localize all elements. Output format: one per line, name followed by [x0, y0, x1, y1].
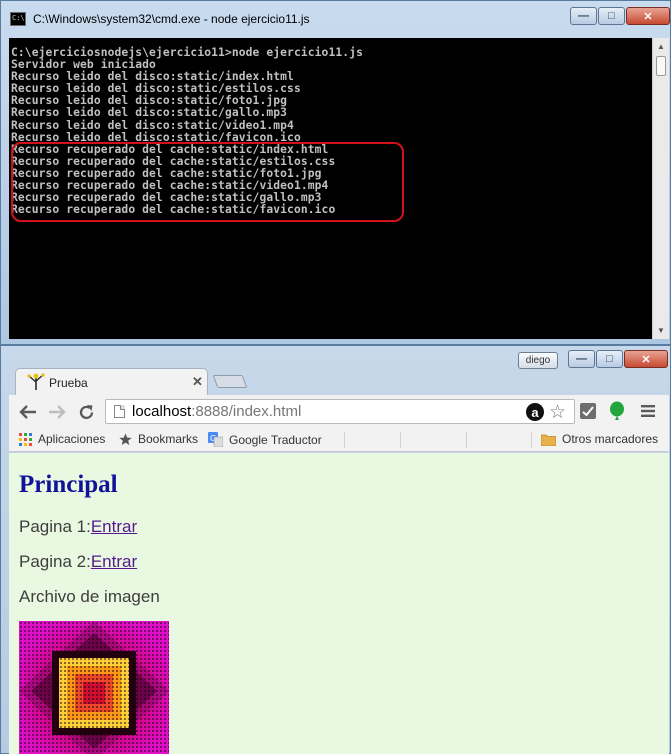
pagina-1-label: Pagina 1:: [19, 517, 91, 536]
back-arrow-icon[interactable]: [17, 401, 39, 423]
page-icon: [114, 405, 125, 418]
tab-title: Prueba: [49, 376, 88, 390]
bookmarks-bar: Aplicaciones Bookmarks G Google Traducto…: [9, 428, 669, 452]
forward-arrow-icon[interactable]: [46, 401, 68, 423]
cmd-maximize-button[interactable]: □: [598, 7, 625, 25]
tree-favicon-icon: [27, 373, 45, 390]
url-host: localhost: [132, 403, 192, 420]
bookmarks-divider: [344, 432, 345, 448]
address-bar[interactable]: localhost:8888/index.html a ☆: [105, 399, 575, 424]
reload-icon[interactable]: [75, 401, 97, 423]
pagina-1-link[interactable]: Entrar: [91, 517, 137, 536]
pagina-2-link[interactable]: Entrar: [91, 552, 137, 571]
bookmarks-divider: [400, 432, 401, 448]
folder-icon: [541, 433, 556, 446]
cmd-scrollbar[interactable]: ▲ ▼: [652, 38, 669, 339]
web-page-content: Principal Pagina 1:Entrar Pagina 2:Entra…: [9, 453, 669, 754]
chrome-close-button[interactable]: ✕: [624, 350, 668, 368]
cmd-minimize-button[interactable]: —: [570, 7, 597, 25]
url-text[interactable]: localhost:8888/index.html: [132, 403, 301, 420]
page-heading: Principal: [19, 471, 118, 498]
cmd-output-line: Recurso leido del disco:static/gallo.mp3: [11, 106, 288, 120]
chrome-window-controls: — □ ✕: [567, 350, 668, 368]
cmd-output-line: Recurso leido del disco:static/video1.mp…: [11, 118, 294, 132]
pattern-image: [19, 621, 169, 754]
translate-icon: G: [208, 432, 223, 447]
apps-grid-icon: [19, 432, 32, 446]
pagina-2-label: Pagina 2:: [19, 552, 91, 571]
cmd-scroll-thumb[interactable]: [656, 56, 666, 76]
image-caption: Archivo de imagen: [19, 587, 160, 606]
chrome-menu-icon[interactable]: [638, 401, 658, 421]
chrome-minimize-button[interactable]: —: [568, 350, 595, 368]
bookmark-label: Otros marcadores: [562, 432, 659, 446]
bookmarks-divider: [531, 432, 532, 448]
profile-button[interactable]: diego: [518, 352, 558, 369]
scroll-down-arrow-icon[interactable]: ▼: [653, 322, 669, 339]
bookmark-bookmarks[interactable]: Bookmarks: [119, 432, 198, 446]
bookmark-aplicaciones[interactable]: Aplicaciones: [19, 432, 105, 446]
tab-close-icon[interactable]: ✕: [192, 374, 203, 390]
chrome-window: diego — □ ✕ Prueba ✕ localhost:8888/inde…: [0, 345, 671, 754]
bookmark-label: Aplicaciones: [38, 432, 106, 446]
bookmark-google-traductor[interactable]: G Google Traductor: [208, 432, 322, 447]
pagina-2-row: Pagina 2:Entrar: [19, 552, 137, 572]
cmd-window: C:\Windows\system32\cmd.exe - node ejerc…: [0, 0, 671, 345]
extension-check-icon[interactable]: [578, 401, 598, 421]
url-path: :8888/index.html: [191, 403, 302, 420]
bookmark-label: Bookmarks: [138, 432, 199, 446]
scroll-up-arrow-icon[interactable]: ▲: [653, 38, 669, 55]
bookmarks-divider: [466, 432, 467, 448]
cmd-window-title: C:\Windows\system32\cmd.exe - node ejerc…: [33, 12, 310, 26]
pattern-image-graphic: [19, 621, 169, 754]
chrome-maximize-button[interactable]: □: [596, 350, 623, 368]
cmd-console-output[interactable]: C:\ejerciciosnodejs\ejercicio11>node eje…: [9, 38, 652, 339]
extension-balloon-icon[interactable]: [607, 401, 627, 421]
tab-prueba[interactable]: Prueba ✕: [15, 368, 208, 395]
pagina-1-row: Pagina 1:Entrar: [19, 517, 137, 537]
browser-toolbar: localhost:8888/index.html a ☆: [9, 395, 669, 428]
bookmark-label: Google Traductor: [229, 432, 322, 447]
cmd-titlebar[interactable]: C:\Windows\system32\cmd.exe - node ejerc…: [1, 1, 670, 37]
new-tab-button[interactable]: [212, 375, 248, 388]
bookmark-otros-marcadores[interactable]: Otros marcadores: [541, 432, 658, 446]
cmd-app-icon: [10, 12, 26, 26]
cmd-close-button[interactable]: ✕: [626, 7, 670, 25]
cmd-window-controls: — □ ✕: [569, 7, 670, 25]
star-icon: [119, 433, 132, 446]
cache-lines-highlight: [11, 142, 404, 222]
bookmark-star-icon[interactable]: ☆: [549, 401, 566, 424]
amazon-extension-icon[interactable]: a: [526, 403, 544, 421]
